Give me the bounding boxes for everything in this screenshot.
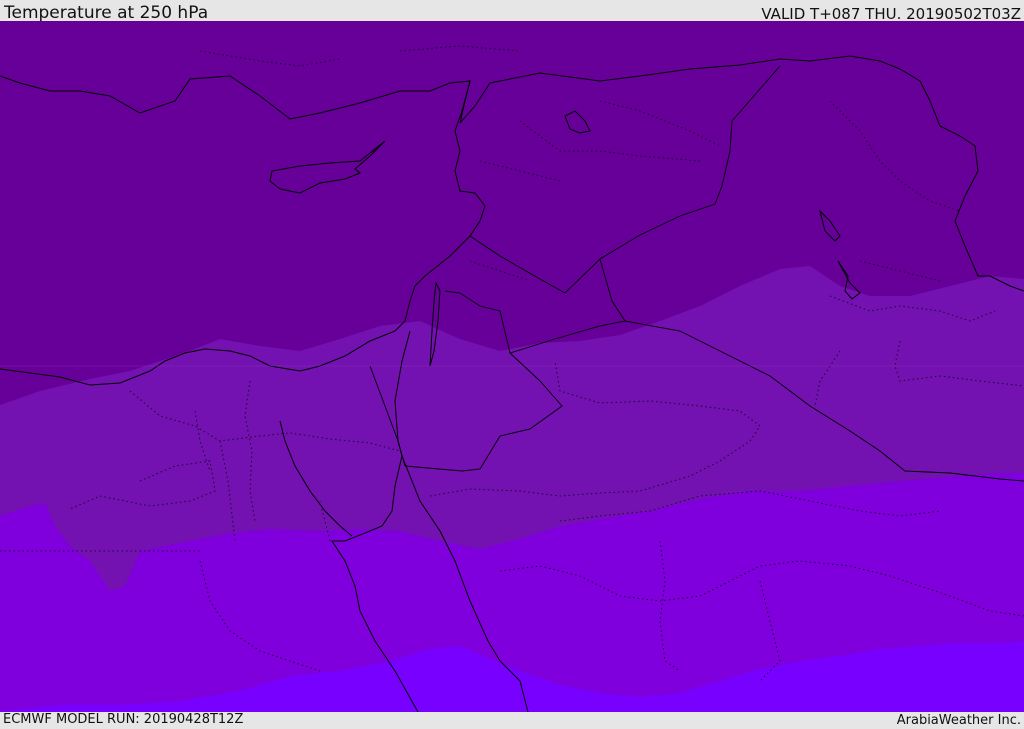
credit-label: ArabiaWeather Inc.	[896, 713, 1021, 728]
model-run-label: ECMWF MODEL RUN: 20190428T12Z	[3, 712, 244, 727]
map-canvas	[0, 21, 1024, 712]
footer-bar: ECMWF MODEL RUN: 20190428T12Z ArabiaWeat…	[0, 712, 1024, 729]
header-bar: Temperature at 250 hPa VALID T+087 THU. …	[0, 0, 1024, 23]
map-title: Temperature at 250 hPa	[4, 3, 209, 23]
weather-map[interactable]	[0, 21, 1024, 712]
